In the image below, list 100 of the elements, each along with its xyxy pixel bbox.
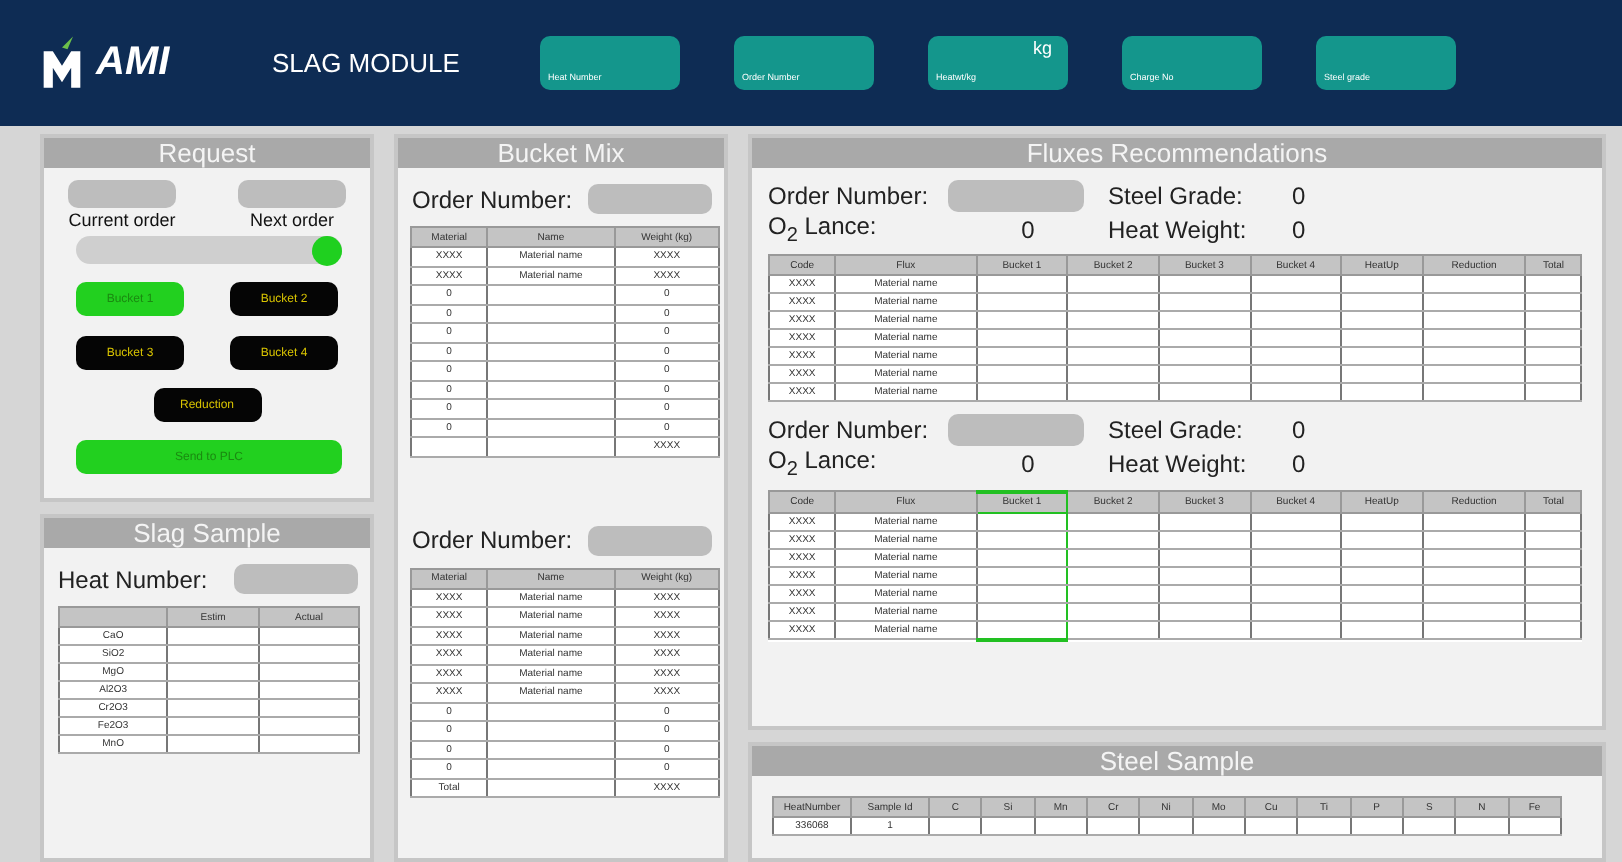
table-cell (1422, 329, 1526, 348)
table-cell (1192, 817, 1245, 835)
table-cell (1244, 817, 1298, 835)
field-label: O$_{2}$ Lance: (768, 212, 879, 247)
field-value: 0 (1292, 450, 1308, 479)
panel-title: Steel Sample (752, 746, 1602, 776)
table-cell (1341, 602, 1423, 621)
table-cell (976, 347, 1068, 366)
table-cell (1341, 530, 1423, 549)
table-cell (1422, 347, 1526, 366)
table-cell (1341, 311, 1423, 330)
order-number-field[interactable] (948, 180, 1084, 212)
table-cell (1067, 566, 1159, 585)
order-label: Current order (68, 210, 176, 230)
table-cell (487, 285, 615, 304)
table-cell (487, 778, 615, 797)
order-label: Next order (249, 210, 335, 230)
table-cell (1158, 548, 1250, 567)
table-cell (1455, 817, 1509, 835)
table-cell (1158, 329, 1250, 348)
table-cell (487, 380, 615, 399)
field-value: 0 (1292, 182, 1308, 210)
field-value: 0 (1292, 215, 1308, 244)
table-cell (1158, 275, 1250, 294)
order-field[interactable] (68, 180, 176, 208)
table-cell (258, 627, 359, 645)
table-cell (1341, 566, 1423, 585)
table-cell (487, 740, 615, 759)
table-cell (1422, 584, 1526, 603)
table-cell (1525, 566, 1581, 585)
table-cell (1350, 817, 1403, 835)
table-cell (1341, 365, 1423, 384)
table-cell (487, 361, 615, 380)
table-cell (258, 699, 359, 717)
table-cell (1250, 584, 1342, 603)
table-cell (1341, 512, 1423, 531)
field-label: Order Number: (412, 526, 573, 554)
order-number-field[interactable] (588, 184, 712, 214)
toggle-switch[interactable] (76, 236, 342, 264)
order-number-field[interactable] (588, 525, 712, 555)
table-cell (1525, 293, 1581, 312)
table-cell (487, 399, 615, 418)
table-cell (1158, 311, 1250, 330)
table-cell (258, 663, 359, 681)
table-cell (1341, 383, 1423, 402)
table-cell (258, 735, 359, 753)
table-cell (487, 721, 615, 740)
table-cell (1034, 817, 1087, 835)
table-cell (1525, 512, 1581, 531)
order-field[interactable] (238, 180, 346, 208)
table-cell (976, 566, 1068, 585)
table-cell (1525, 602, 1581, 621)
panel-title: Slag Sample (44, 518, 370, 548)
field-value: 0 (1019, 215, 1037, 244)
table-cell (487, 304, 615, 323)
table-cell (258, 645, 359, 663)
table-cell (487, 323, 615, 342)
table-cell (1422, 275, 1526, 294)
table-cell (976, 548, 1068, 567)
column-header (59, 607, 168, 627)
heat-number-field[interactable] (234, 564, 358, 594)
table-cell (1525, 329, 1581, 348)
table-cell (1158, 530, 1250, 549)
table-cell (1067, 548, 1159, 567)
table-cell (1508, 817, 1561, 835)
table-cell (1422, 548, 1526, 567)
field-value: 0 (1292, 416, 1308, 445)
table-cell (1250, 329, 1342, 348)
table-cell (1525, 365, 1581, 384)
panel-title: Fluxes Recommendations (752, 138, 1602, 168)
table-cell (1250, 548, 1342, 567)
table-cell (1067, 329, 1159, 348)
table-cell (1158, 365, 1250, 384)
table-cell (1422, 293, 1526, 312)
table-cell (1341, 275, 1423, 294)
table-cell (167, 645, 259, 663)
toggle-knob[interactable] (312, 235, 342, 265)
table-cell (1250, 275, 1342, 294)
table-cell (1250, 620, 1342, 640)
table-cell (1067, 584, 1159, 603)
table-cell (1341, 347, 1423, 366)
field-label: Heat Number: (58, 565, 208, 593)
table-cell (1158, 512, 1250, 531)
table-cell (167, 735, 259, 753)
table-cell (1067, 530, 1159, 549)
table-cell (1067, 275, 1159, 294)
field-label: Steel Grade: (1108, 416, 1245, 445)
table-cell (1250, 347, 1342, 366)
table-cell (487, 759, 615, 778)
table-cell (1422, 620, 1526, 640)
table-cell (976, 275, 1068, 294)
table-cell (981, 817, 1035, 835)
order-number-field[interactable] (948, 414, 1084, 447)
table-cell (1067, 620, 1159, 640)
table-cell (1525, 530, 1581, 549)
table-cell (976, 311, 1068, 330)
table-cell (976, 293, 1068, 312)
table-cell (976, 512, 1068, 531)
table-cell (1250, 383, 1342, 402)
table-cell (1422, 530, 1526, 549)
